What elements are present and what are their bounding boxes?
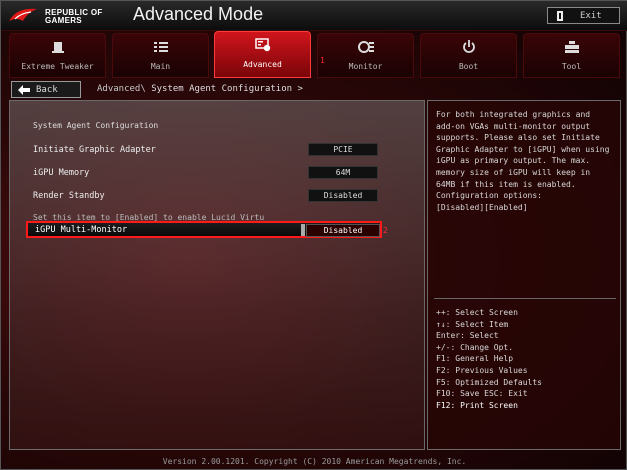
- tab-label: Monitor: [348, 62, 383, 71]
- exit-label: Exit: [580, 10, 602, 21]
- exit-button[interactable]: Exit: [547, 7, 620, 24]
- tab-tool[interactable]: Tool: [523, 33, 620, 78]
- brand-text: REPUBLIC OF GAMERS: [45, 9, 103, 25]
- tab-label: Extreme Tweaker: [21, 62, 94, 71]
- tab-label: Tool: [561, 62, 582, 71]
- rog-eye-icon: [9, 8, 37, 21]
- help-divider: [434, 298, 616, 299]
- setting-label: Render Standby: [33, 191, 105, 201]
- tool-icon: [564, 41, 579, 53]
- key-legend: ++: Select Screen ↑↓: Select Item Enter:…: [436, 307, 542, 411]
- tab-boot[interactable]: Boot: [420, 33, 517, 78]
- help-line: 64MB if this item is enabled.: [436, 179, 576, 189]
- rog-logo: REPUBLIC OF GAMERS: [7, 5, 117, 27]
- back-arrow-icon: [18, 84, 30, 95]
- tab-label: Advanced: [243, 60, 282, 69]
- exit-icon: [557, 10, 563, 21]
- tab-annotation-marker: 1: [320, 56, 325, 65]
- back-label: Back: [36, 84, 58, 95]
- setting-row[interactable]: iGPU Memory 64M: [26, 166, 406, 180]
- brand-line2: GAMERS: [45, 16, 82, 25]
- key-line: F2: Previous Values: [436, 365, 528, 375]
- setting-label: iGPU Multi-Monitor: [35, 225, 128, 235]
- page-title: Advanced Mode: [133, 4, 264, 24]
- setting-value[interactable]: Disabled: [308, 189, 378, 202]
- tab-label: Boot: [458, 62, 479, 71]
- version-footer: Version 2.00.1201. Copyright (C) 2010 Am…: [162, 457, 467, 466]
- power-icon: [462, 40, 475, 53]
- setting-label: iGPU Memory: [33, 168, 90, 178]
- bios-window: REPUBLIC OF GAMERS Advanced Mode Exit Ex…: [0, 0, 627, 470]
- list-icon: [153, 42, 168, 52]
- print-screen-key: F12: Print Screen: [436, 400, 518, 410]
- tab-label: Main: [150, 62, 171, 71]
- help-description: For both integrated graphics and add-on …: [436, 109, 616, 213]
- breadcrumb-bar: Back Advanced\ System Agent Configuratio…: [9, 81, 621, 99]
- help-line: Graphic Adapter to [iGPU] when using: [436, 144, 610, 154]
- help-line: supports. Please also set Initiate: [436, 133, 600, 143]
- setting-value[interactable]: Disabled: [306, 224, 380, 237]
- key-line: +/-: Change Opt.: [436, 342, 514, 352]
- help-line: memory size of iGPU will keep in: [436, 167, 591, 177]
- key-line: Enter: Select: [436, 331, 499, 341]
- breadcrumb-current: System Agent Configuration >: [151, 84, 303, 94]
- help-line: iGPU as primary output. The max.: [436, 156, 591, 166]
- help-line: add-on VGAs multi-monitor output: [436, 121, 591, 131]
- key-line: F10: Save ESC: Exit: [436, 389, 528, 399]
- help-line: For both integrated graphics and: [436, 110, 591, 119]
- key-line: ++: Select Screen: [436, 308, 518, 317]
- selected-setting-row[interactable]: iGPU Multi-Monitor Disabled: [26, 221, 382, 238]
- tab-main[interactable]: Main: [112, 33, 209, 78]
- key-line: F1: General Help: [436, 354, 514, 364]
- setting-row[interactable]: Initiate Graphic Adapter PCIE: [26, 143, 406, 157]
- selection-handle: [301, 224, 305, 236]
- setting-label: Initiate Graphic Adapter: [33, 145, 156, 155]
- monitor-icon: [357, 41, 374, 53]
- settings-panel: System Agent Configuration Initiate Grap…: [9, 100, 425, 450]
- tab-extreme-tweaker[interactable]: Extreme Tweaker: [9, 33, 106, 78]
- tab-bar: Extreme Tweaker Main Advanced Monitor Bo…: [9, 31, 621, 78]
- breadcrumb-path[interactable]: Advanced\: [97, 84, 151, 94]
- help-line: Configuration options:: [436, 191, 542, 201]
- setting-row[interactable]: Render Standby Disabled: [26, 189, 406, 203]
- setting-value[interactable]: PCIE: [308, 143, 378, 156]
- tweaker-icon: [51, 42, 64, 53]
- setting-value[interactable]: 64M: [308, 166, 378, 179]
- row-annotation-marker: 2: [383, 226, 388, 235]
- key-line: F5: Optimized Defaults: [436, 377, 542, 387]
- help-line: [Disabled][Enabled]: [436, 202, 528, 212]
- help-panel: For both integrated graphics and add-on …: [427, 100, 621, 450]
- tab-advanced[interactable]: Advanced: [214, 31, 311, 78]
- back-button[interactable]: Back: [11, 81, 81, 98]
- header-bar: REPUBLIC OF GAMERS Advanced Mode Exit: [1, 1, 627, 31]
- section-title: System Agent Configuration: [33, 121, 159, 130]
- advanced-chip-icon: [254, 38, 270, 52]
- key-line: ↑↓: Select Item: [436, 319, 509, 329]
- breadcrumb: Advanced\ System Agent Configuration >: [97, 84, 303, 94]
- tab-monitor[interactable]: Monitor: [317, 33, 414, 78]
